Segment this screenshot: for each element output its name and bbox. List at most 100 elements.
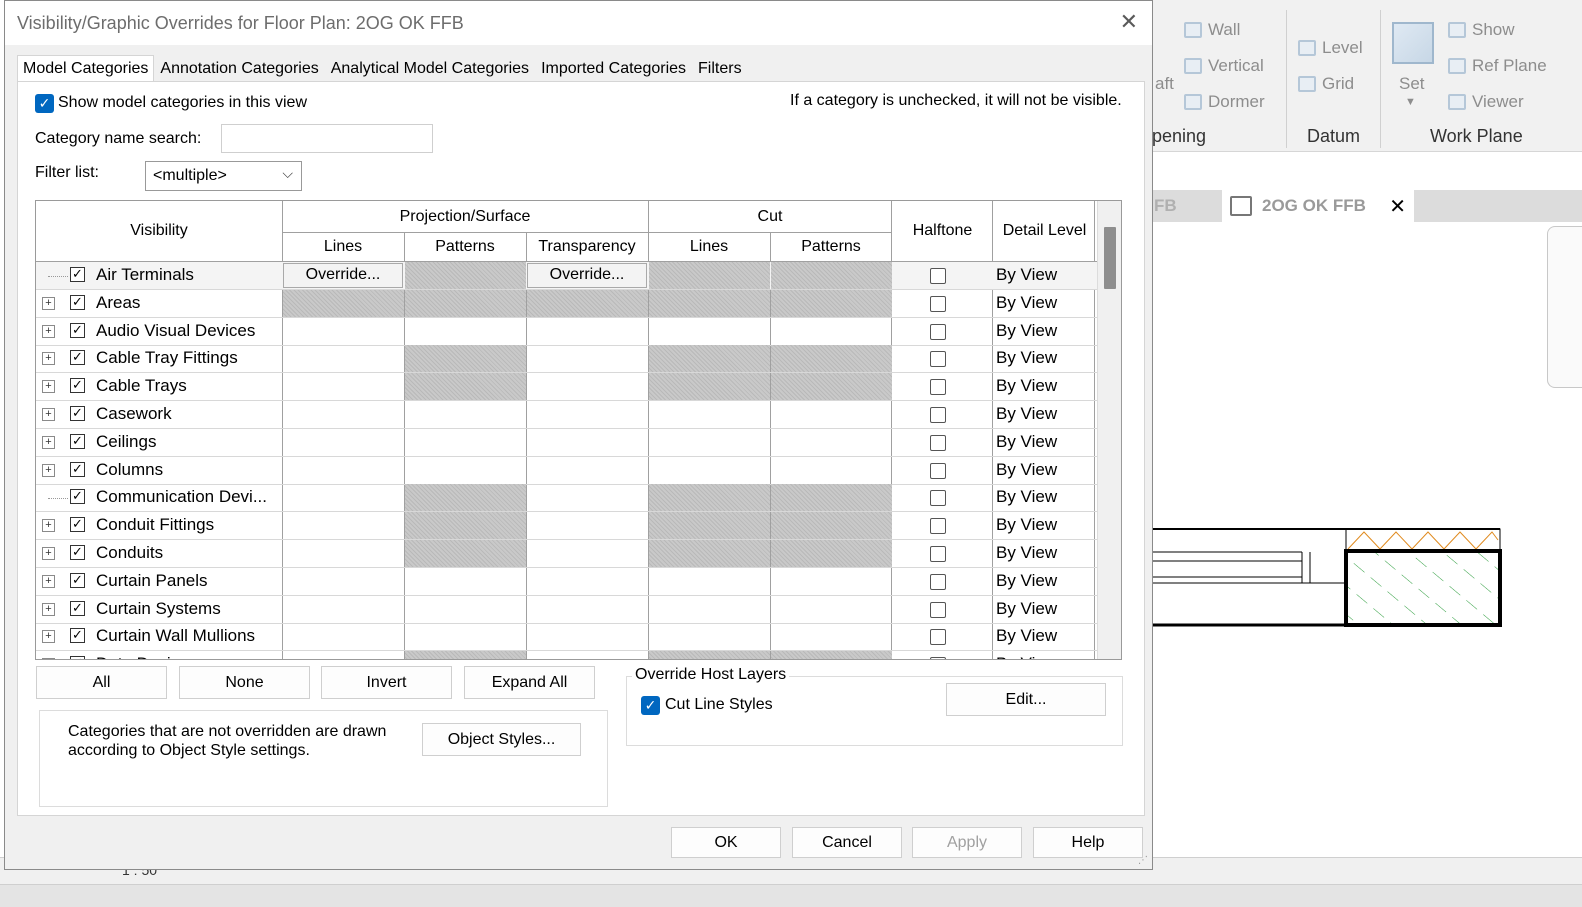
table-row[interactable]: + ✓ Curtain Panels By View bbox=[36, 568, 1098, 596]
table-row[interactable]: ✓ Air Terminals Override... Override... By V… bbox=[36, 262, 1098, 290]
ribbon-wall[interactable]: Wall bbox=[1184, 20, 1240, 40]
scrollbar-thumb[interactable] bbox=[1104, 227, 1116, 289]
set-dropdown-icon[interactable]: ▼ bbox=[1405, 96, 1416, 108]
all-button[interactable]: All bbox=[36, 666, 167, 699]
ok-button[interactable]: OK bbox=[671, 827, 781, 858]
table-row[interactable]: + ✓ Conduit Fittings By View bbox=[36, 512, 1098, 541]
tab-analytical-model-categories[interactable]: Analytical Model Categories bbox=[325, 55, 535, 82]
table-row[interactable]: + ✓ Cable Tray Fittings By View bbox=[36, 345, 1098, 374]
table-row[interactable]: + ✓ Conduits By View bbox=[36, 540, 1098, 568]
help-button[interactable]: Help bbox=[1033, 827, 1143, 858]
set-workplane-icon[interactable] bbox=[1392, 22, 1434, 64]
drawing-canvas[interactable] bbox=[1152, 222, 1582, 862]
visibility-checkbox[interactable]: ✓ bbox=[70, 267, 85, 282]
detail-level-value[interactable]: By View bbox=[996, 432, 1057, 452]
detail-level-value[interactable]: By View bbox=[996, 348, 1057, 368]
detail-level-value[interactable]: By View bbox=[996, 376, 1057, 396]
detail-level-value[interactable]: By View bbox=[996, 599, 1057, 619]
expand-icon[interactable]: + bbox=[42, 574, 55, 588]
view-tab-previous[interactable]: FB bbox=[1154, 196, 1177, 216]
halftone-checkbox[interactable] bbox=[930, 462, 946, 479]
override-transparency-button[interactable]: Override... bbox=[527, 263, 647, 288]
expand-all-button[interactable]: Expand All bbox=[464, 666, 595, 699]
expand-icon[interactable]: + bbox=[42, 658, 55, 659]
table-row[interactable]: + ✓ Columns By View bbox=[36, 457, 1098, 485]
ribbon-vertical[interactable]: Vertical bbox=[1184, 56, 1264, 76]
category-search-input[interactable] bbox=[221, 124, 433, 153]
tab-model-categories[interactable]: Model Categories bbox=[17, 55, 155, 83]
tab-annotation-categories[interactable]: Annotation Categories bbox=[154, 55, 324, 82]
expand-icon[interactable]: + bbox=[42, 296, 55, 310]
table-row[interactable]: + ✓ Cable Trays By View bbox=[36, 373, 1098, 402]
detail-level-value[interactable]: By View bbox=[996, 321, 1057, 341]
ribbon-show[interactable]: Show bbox=[1448, 20, 1515, 40]
table-row[interactable]: + ✓ Areas By View bbox=[36, 289, 1098, 318]
halftone-checkbox[interactable] bbox=[930, 379, 946, 396]
detail-level-value[interactable]: By View bbox=[996, 654, 1057, 659]
halftone-checkbox[interactable] bbox=[930, 434, 946, 451]
halftone-checkbox[interactable] bbox=[930, 518, 946, 535]
expand-icon[interactable]: + bbox=[42, 352, 55, 366]
detail-level-value[interactable]: By View bbox=[996, 626, 1057, 646]
expand-icon[interactable]: + bbox=[42, 602, 55, 616]
resize-grip-icon[interactable]: ⋰ bbox=[1138, 855, 1148, 866]
detail-level-value[interactable]: By View bbox=[996, 460, 1057, 480]
visibility-checkbox[interactable]: ✓ bbox=[70, 433, 85, 449]
visibility-checkbox[interactable]: ✓ bbox=[70, 489, 85, 505]
expand-icon[interactable]: + bbox=[42, 324, 55, 338]
visibility-checkbox[interactable]: ✓ bbox=[70, 600, 85, 616]
expand-icon[interactable]: + bbox=[42, 519, 55, 533]
expand-icon[interactable]: + bbox=[42, 630, 55, 644]
visibility-checkbox[interactable]: ✓ bbox=[70, 461, 85, 477]
detail-level-value[interactable]: By View bbox=[996, 487, 1057, 507]
header-visibility[interactable]: Visibility bbox=[36, 222, 282, 240]
expand-icon[interactable]: + bbox=[42, 380, 55, 394]
override-lines-button[interactable]: Override... bbox=[283, 263, 403, 288]
visibility-checkbox[interactable]: ✓ bbox=[70, 517, 85, 533]
halftone-checkbox[interactable] bbox=[930, 601, 946, 618]
table-row[interactable]: + ✓ Ceilings By View bbox=[36, 429, 1098, 457]
visibility-checkbox[interactable]: ✓ bbox=[70, 378, 85, 394]
invert-button[interactable]: Invert bbox=[321, 666, 452, 699]
visibility-checkbox[interactable]: ✓ bbox=[70, 406, 85, 421]
cancel-button[interactable]: Cancel bbox=[792, 827, 902, 858]
halftone-checkbox[interactable] bbox=[930, 573, 946, 590]
expand-icon[interactable]: + bbox=[42, 463, 55, 477]
none-button[interactable]: None bbox=[179, 666, 310, 699]
view-tab-active[interactable]: 2OG OK FFB ✕ bbox=[1222, 190, 1414, 222]
detail-level-value[interactable]: By View bbox=[996, 543, 1057, 563]
close-icon[interactable]: ✕ bbox=[1389, 194, 1406, 219]
tab-imported-categories[interactable]: Imported Categories bbox=[535, 55, 692, 82]
detail-level-value[interactable]: By View bbox=[996, 515, 1057, 535]
halftone-checkbox[interactable] bbox=[930, 629, 946, 646]
expand-icon[interactable]: + bbox=[42, 408, 55, 421]
detail-level-value[interactable]: By View bbox=[996, 293, 1057, 313]
halftone-checkbox[interactable] bbox=[930, 323, 946, 340]
detail-level-value[interactable]: By View bbox=[996, 404, 1057, 424]
halftone-checkbox[interactable] bbox=[930, 490, 946, 507]
navigation-bar[interactable] bbox=[1547, 226, 1582, 388]
expand-icon[interactable]: + bbox=[42, 435, 55, 449]
tab-filters[interactable]: Filters bbox=[692, 55, 748, 82]
visibility-checkbox[interactable]: ✓ bbox=[70, 545, 85, 560]
visibility-checkbox[interactable]: ✓ bbox=[70, 572, 85, 588]
edit-button[interactable]: Edit... bbox=[946, 683, 1106, 716]
close-icon[interactable]: ✕ bbox=[1120, 9, 1138, 35]
detail-level-value[interactable]: By View bbox=[996, 571, 1057, 591]
visibility-checkbox[interactable]: ✓ bbox=[70, 628, 85, 644]
table-row[interactable]: + ✓ Curtain Systems By View bbox=[36, 596, 1098, 624]
grid-scrollbar[interactable] bbox=[1097, 201, 1121, 659]
show-categories-checkbox[interactable]: ✓ bbox=[35, 94, 54, 113]
table-row[interactable]: + ✓ Data Devices By View bbox=[36, 651, 1098, 659]
visibility-checkbox[interactable]: ✓ bbox=[70, 350, 85, 366]
table-row[interactable]: + ✓ Curtain Wall Mullions By View bbox=[36, 623, 1098, 652]
halftone-checkbox[interactable] bbox=[930, 407, 946, 423]
halftone-checkbox[interactable] bbox=[930, 657, 946, 659]
detail-level-value[interactable]: By View bbox=[996, 265, 1057, 285]
visibility-checkbox[interactable]: ✓ bbox=[70, 656, 85, 659]
visibility-checkbox[interactable]: ✓ bbox=[70, 322, 85, 338]
halftone-checkbox[interactable] bbox=[930, 295, 946, 312]
halftone-checkbox[interactable] bbox=[930, 351, 946, 368]
ribbon-ref-plane[interactable]: Ref Plane bbox=[1448, 56, 1547, 76]
halftone-checkbox[interactable] bbox=[930, 268, 946, 284]
